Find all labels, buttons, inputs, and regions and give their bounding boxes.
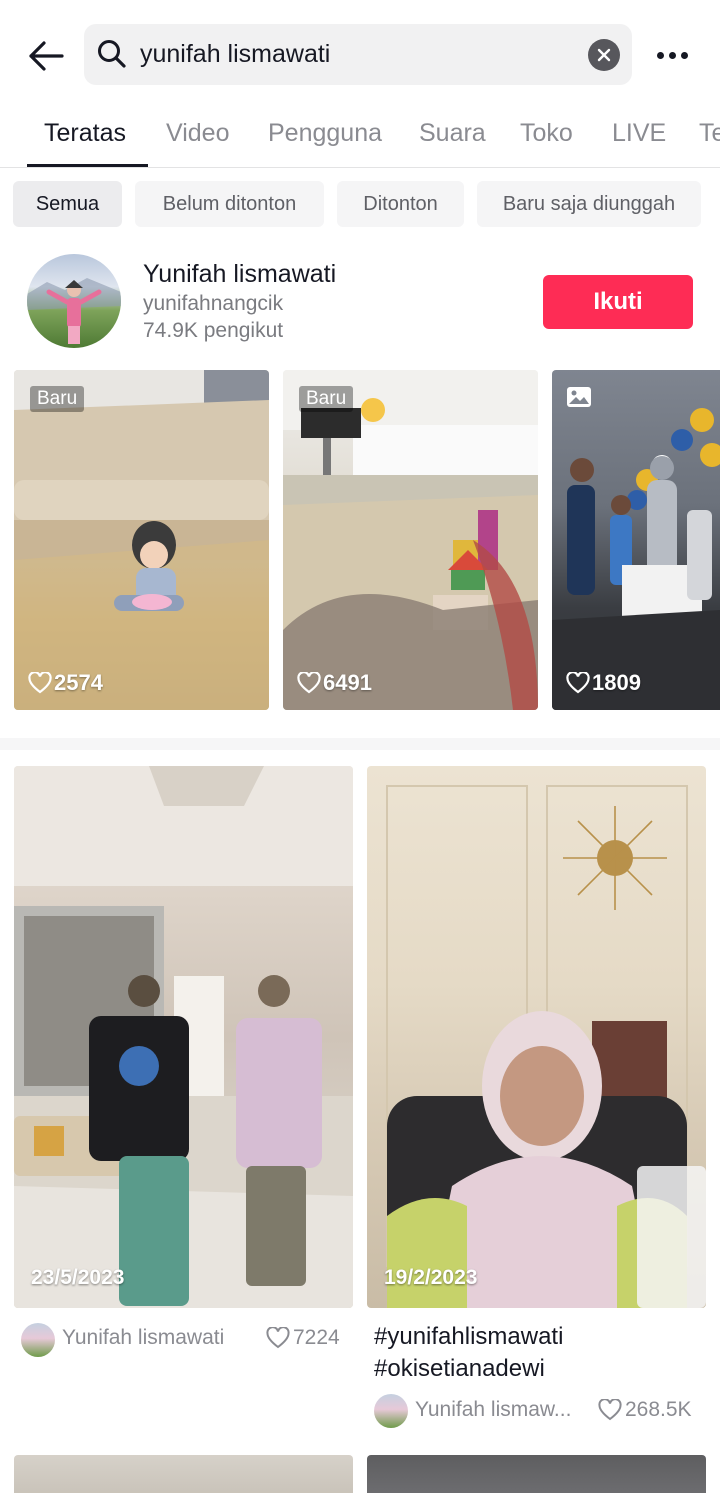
follow-button[interactable]: Ikuti <box>543 275 693 329</box>
like-count: 268.5K <box>625 1398 692 1421</box>
like-count: 7224 <box>293 1326 340 1349</box>
active-tab-indicator <box>27 164 148 167</box>
heart-icon <box>28 672 52 694</box>
video-likes: 6491 <box>297 670 372 696</box>
tab-video[interactable]: Video <box>166 116 230 156</box>
filter-chip-baru-saja-diunggah[interactable]: Baru saja diunggah <box>477 181 701 227</box>
user-video-thumbnail[interactable]: Baru 2574 <box>14 370 269 710</box>
heart-icon <box>566 672 590 694</box>
tab-toko[interactable]: Toko <box>520 116 573 156</box>
video-thumbnail[interactable]: 23/5/2023 <box>14 766 353 1308</box>
heart-icon <box>266 1327 290 1349</box>
section-divider <box>0 738 720 750</box>
heart-icon <box>297 672 321 694</box>
top-bar: yunifah lismawati <box>0 0 720 106</box>
user-video-thumbnail[interactable]: Baru 6491 <box>283 370 538 710</box>
tab-suara[interactable]: Suara <box>419 116 486 156</box>
new-badge: Baru <box>299 386 354 412</box>
new-badge: Baru <box>30 386 85 412</box>
user-handle: yunifahnangcik <box>143 292 284 315</box>
video-date: 19/2/2023 <box>384 1266 478 1289</box>
video-likes: 1809 <box>566 670 641 696</box>
video-date: 23/5/2023 <box>31 1266 125 1289</box>
like-count: 6491 <box>323 670 372 695</box>
tab-live[interactable]: LIVE <box>612 116 666 156</box>
filter-chip-belum-ditonton[interactable]: Belum ditonton <box>135 181 324 227</box>
video-caption[interactable]: #yunifahlismawati <box>374 1323 563 1351</box>
video-author[interactable]: Yunifah lismawati <box>62 1326 224 1350</box>
video-thumbnail[interactable] <box>14 1455 353 1493</box>
video-caption[interactable]: #okisetianadewi <box>374 1355 545 1383</box>
back-arrow-icon[interactable] <box>26 36 66 76</box>
search-box[interactable]: yunifah lismawati <box>84 24 632 85</box>
video-likes: 2574 <box>28 670 103 696</box>
user-avatar[interactable] <box>27 254 121 348</box>
user-name[interactable]: Yunifah lismawati <box>143 260 336 289</box>
like-count: 1809 <box>592 670 641 695</box>
video-thumbnail[interactable]: 19/2/2023 <box>367 766 706 1308</box>
author-avatar[interactable] <box>374 1394 408 1428</box>
user-follower-count: 74.9K pengikut <box>143 319 284 342</box>
filter-chip-semua[interactable]: Semua <box>13 181 122 227</box>
video-thumbnail[interactable] <box>367 1455 706 1493</box>
author-avatar[interactable] <box>21 1323 55 1357</box>
search-tabs: Teratas Video Pengguna Suara Toko LIVE T… <box>0 106 720 168</box>
like-count: 2574 <box>54 670 103 695</box>
video-likes: 7224 <box>266 1326 340 1350</box>
photo-icon <box>567 387 591 407</box>
search-input[interactable]: yunifah lismawati <box>140 24 560 85</box>
more-options-icon[interactable] <box>652 40 692 70</box>
video-likes: 268.5K <box>598 1398 692 1422</box>
video-author[interactable]: Yunifah lismaw... <box>415 1398 571 1422</box>
heart-icon <box>598 1399 622 1421</box>
filter-chip-ditonton[interactable]: Ditonton <box>337 181 464 227</box>
search-icon <box>98 40 126 68</box>
clear-search-icon[interactable] <box>588 39 620 71</box>
tab-pengguna[interactable]: Pengguna <box>268 116 382 156</box>
tab-more[interactable]: Te <box>699 116 720 156</box>
tab-teratas[interactable]: Teratas <box>44 116 126 156</box>
user-photo-thumbnail[interactable]: 1809 <box>552 370 720 710</box>
